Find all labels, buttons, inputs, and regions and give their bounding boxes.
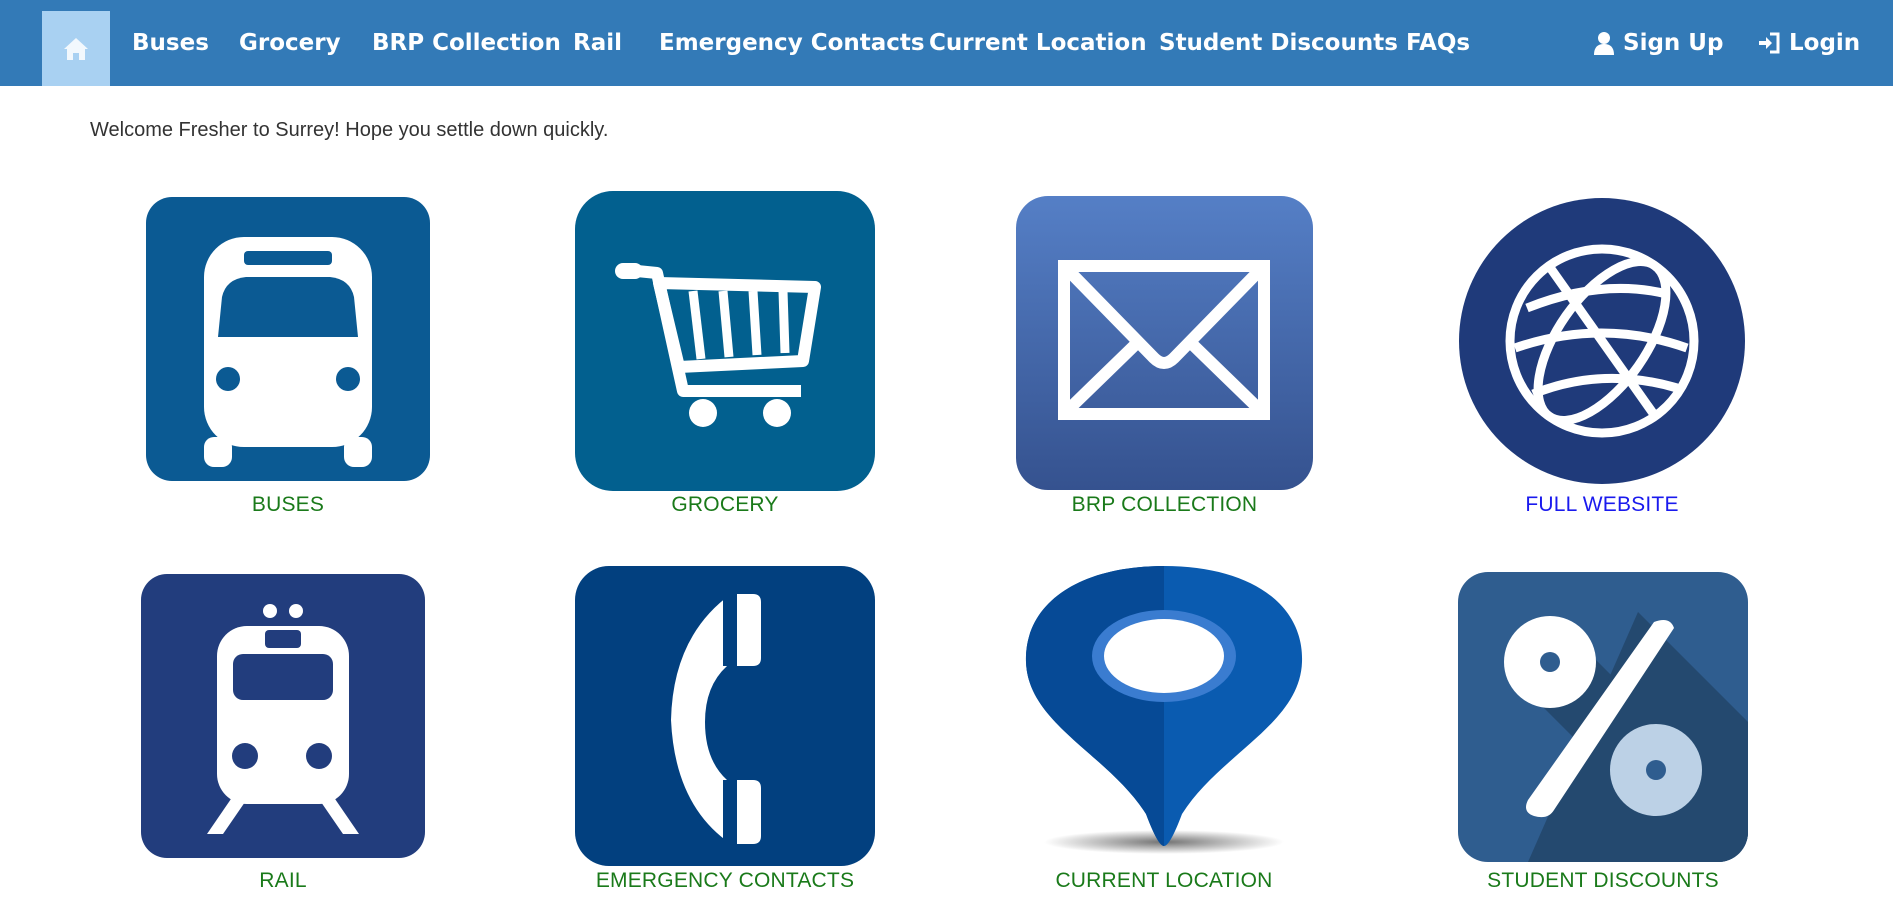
home-button[interactable] bbox=[42, 11, 110, 86]
nav-emergency-contacts[interactable]: Emergency Contacts bbox=[659, 0, 925, 86]
buses-caption[interactable]: BUSES bbox=[146, 493, 430, 517]
nav-buses[interactable]: Buses bbox=[132, 0, 209, 86]
full-website-link[interactable]: FULL WEBSITE bbox=[1459, 493, 1745, 517]
grocery-caption[interactable]: GROCERY bbox=[575, 493, 875, 517]
full-website-tile[interactable] bbox=[1459, 198, 1745, 484]
user-icon bbox=[1594, 32, 1614, 55]
welcome-message: Welcome Fresher to Surrey! Hope you sett… bbox=[90, 119, 609, 141]
phone-icon bbox=[575, 566, 875, 866]
brp-collection-tile[interactable] bbox=[1016, 196, 1313, 490]
top-navbar: Buses Grocery BRP Collection Rail Emerge… bbox=[0, 0, 1893, 86]
login-icon bbox=[1759, 32, 1780, 54]
brp-collection-caption[interactable]: BRP COLLECTION bbox=[1016, 493, 1313, 517]
nav-student-discounts[interactable]: Student Discounts bbox=[1159, 0, 1398, 86]
rail-caption[interactable]: RAIL bbox=[141, 869, 425, 893]
nav-rail[interactable]: Rail bbox=[573, 0, 622, 86]
home-icon bbox=[64, 37, 88, 60]
percent-icon bbox=[1458, 572, 1748, 862]
map-pin-icon bbox=[1025, 566, 1303, 854]
nav-brp-collection[interactable]: BRP Collection bbox=[372, 0, 561, 86]
grocery-tile[interactable] bbox=[575, 191, 875, 491]
globe-icon bbox=[1459, 198, 1745, 484]
buses-tile[interactable] bbox=[146, 197, 430, 481]
envelope-icon bbox=[1016, 196, 1313, 490]
nav-login[interactable]: Login bbox=[1757, 0, 1860, 86]
student-discounts-tile[interactable] bbox=[1458, 572, 1748, 862]
train-icon bbox=[141, 574, 425, 858]
nav-grocery[interactable]: Grocery bbox=[239, 0, 341, 86]
nav-current-location[interactable]: Current Location bbox=[929, 0, 1147, 86]
student-discounts-caption[interactable]: STUDENT DISCOUNTS bbox=[1458, 869, 1748, 893]
nav-faqs[interactable]: FAQs bbox=[1406, 0, 1470, 86]
rail-tile[interactable] bbox=[141, 574, 425, 858]
bus-icon bbox=[146, 197, 430, 481]
current-location-caption[interactable]: CURRENT LOCATION bbox=[1018, 869, 1310, 893]
current-location-tile[interactable] bbox=[1018, 564, 1310, 856]
cart-icon bbox=[575, 191, 875, 491]
emergency-contacts-tile[interactable] bbox=[575, 566, 875, 866]
nav-sign-up[interactable]: Sign Up bbox=[1593, 0, 1723, 86]
emergency-contacts-caption[interactable]: EMERGENCY CONTACTS bbox=[575, 869, 875, 893]
